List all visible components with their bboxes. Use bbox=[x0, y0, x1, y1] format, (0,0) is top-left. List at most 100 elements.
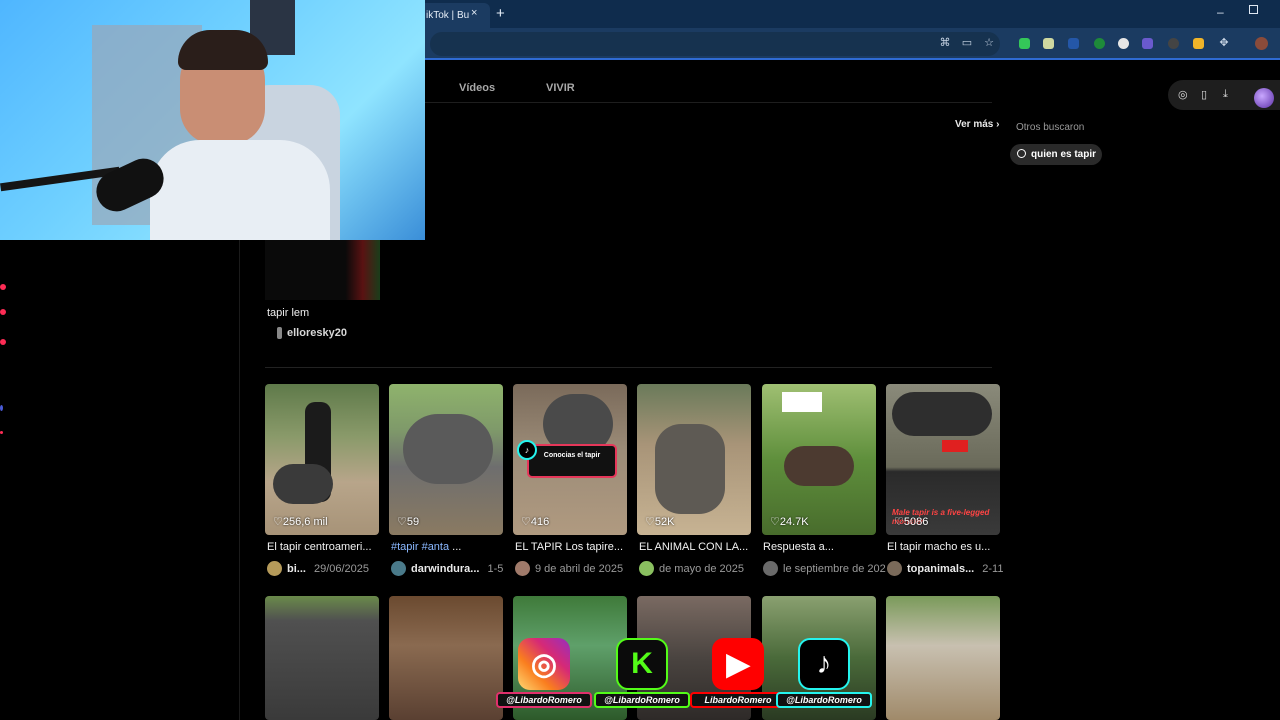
like-count: 256,6 mil bbox=[273, 515, 328, 528]
video-card[interactable]: Male tapir is a five-legged monster 5086 bbox=[886, 384, 1000, 535]
video-card[interactable]: ♪ Conocias el tapir 416 bbox=[513, 384, 627, 535]
extension-icon[interactable] bbox=[1118, 38, 1129, 49]
video-title[interactable]: Respuesta a... bbox=[763, 541, 877, 553]
video-title[interactable]: #tapir #anta ... bbox=[391, 541, 505, 553]
extension-icon[interactable] bbox=[1094, 38, 1105, 49]
tapir-figure bbox=[655, 424, 725, 514]
like-count: 59 bbox=[397, 515, 419, 528]
translate-icon[interactable]: ⌘ bbox=[939, 37, 951, 49]
user-avatar[interactable] bbox=[267, 561, 282, 576]
tapir-figure bbox=[784, 446, 854, 486]
video-title[interactable]: EL ANIMAL CON LA... bbox=[639, 541, 753, 553]
tiktok-icon: ♪ bbox=[798, 638, 850, 690]
extension-icon[interactable] bbox=[1068, 38, 1079, 49]
extension-icon[interactable] bbox=[1168, 38, 1179, 49]
video-title-rest: ... bbox=[449, 541, 462, 553]
tapir-figure bbox=[403, 414, 493, 484]
video-title[interactable]: El tapir centroameri... bbox=[267, 541, 381, 553]
cast-icon[interactable]: ▭ bbox=[961, 37, 973, 49]
video-username[interactable]: topanimals... bbox=[907, 563, 974, 575]
minimize-button[interactable]: – bbox=[1217, 5, 1224, 19]
video-meta: de mayo de 2025 bbox=[639, 561, 763, 576]
video-card[interactable] bbox=[389, 596, 503, 720]
user-avatar[interactable] bbox=[391, 561, 406, 576]
extension-icon[interactable] bbox=[1043, 38, 1054, 49]
video-card[interactable]: 52K bbox=[637, 384, 751, 535]
tab-videos[interactable]: Vídeos bbox=[459, 82, 495, 94]
maximize-button[interactable] bbox=[1249, 5, 1258, 14]
tab-live[interactable]: VIVIR bbox=[546, 82, 575, 94]
video-date: 9 de abril de 2025 bbox=[535, 563, 624, 575]
video-username[interactable]: bi... bbox=[287, 563, 306, 575]
like-count: 416 bbox=[521, 515, 549, 528]
sidebar-badge bbox=[0, 431, 3, 434]
extension-shield-icon[interactable] bbox=[1019, 38, 1030, 49]
video-meta: bi... 29/06/2025 bbox=[267, 561, 391, 576]
hashtag-link[interactable]: #tapir #anta bbox=[391, 541, 449, 553]
sidebar-badge bbox=[0, 405, 3, 411]
bookmark-star-icon[interactable]: ☆ bbox=[983, 37, 995, 49]
section-divider bbox=[265, 367, 992, 368]
sidebar-badge bbox=[0, 309, 6, 315]
suggestion-chip-label: quien es tapir bbox=[1031, 149, 1097, 160]
user-avatar[interactable] bbox=[639, 561, 654, 576]
tab-close-icon[interactable]: × bbox=[471, 7, 477, 19]
video-username[interactable]: elloresky20 bbox=[287, 327, 347, 339]
new-tab-button[interactable]: + bbox=[496, 5, 505, 22]
video-card[interactable]: 256,6 mil bbox=[265, 384, 379, 535]
instagram-icon: ◎ bbox=[518, 638, 570, 690]
social-badge: ♪ @LibardoRomero bbox=[776, 634, 872, 718]
video-title[interactable]: tapir lem bbox=[267, 307, 309, 319]
phone-icon[interactable]: ▯ bbox=[1201, 88, 1207, 101]
profile-avatar[interactable] bbox=[1255, 37, 1268, 50]
person-shirt bbox=[150, 140, 330, 240]
floating-tools-pill: ◎ ▯ ⤓ bbox=[1168, 80, 1280, 110]
video-meta: le septiembre de 202 bbox=[763, 561, 887, 576]
browser-tab[interactable]: ikTok | Bu bbox=[420, 3, 490, 28]
see-more-link[interactable]: Ver más › bbox=[955, 119, 999, 130]
video-date: de mayo de 2025 bbox=[659, 563, 745, 575]
like-count: 52K bbox=[645, 515, 675, 528]
suggestion-chip[interactable]: quien es tapir bbox=[1010, 144, 1102, 165]
tapir-figure bbox=[273, 464, 333, 504]
video-thumbnail[interactable] bbox=[265, 240, 380, 300]
video-overlay-caption: ♪ Conocias el tapir bbox=[517, 440, 617, 478]
comment-reply-box bbox=[782, 392, 822, 412]
screen: { "browser": { "tab_title": "ikTok | Bu"… bbox=[0, 0, 1280, 720]
video-card[interactable] bbox=[265, 596, 379, 720]
user-avatar bbox=[277, 327, 282, 339]
video-date: 2-11 bbox=[982, 563, 1004, 575]
user-avatar[interactable] bbox=[515, 561, 530, 576]
red-arrow-icon bbox=[942, 440, 968, 452]
user-avatar[interactable] bbox=[763, 561, 778, 576]
social-badge: ▶ LibardoRomero bbox=[690, 634, 786, 718]
extensions-puzzle-icon[interactable]: ✥ bbox=[1218, 37, 1230, 49]
download-icon[interactable]: ⤓ bbox=[1223, 88, 1228, 101]
social-handle: @LibardoRomero bbox=[496, 692, 592, 708]
video-meta: topanimals... 2-11 bbox=[887, 561, 1011, 576]
video-title[interactable]: El tapir macho es u... bbox=[887, 541, 1001, 553]
social-handle: LibardoRomero bbox=[690, 692, 786, 708]
video-card[interactable] bbox=[886, 596, 1000, 720]
video-date: 1-5 bbox=[487, 563, 504, 575]
video-username[interactable]: darwindura... bbox=[411, 563, 479, 575]
extension-icon[interactable] bbox=[1142, 38, 1153, 49]
user-avatar[interactable] bbox=[887, 561, 902, 576]
video-meta: 9 de abril de 2025 bbox=[515, 561, 639, 576]
video-card[interactable]: 24.7K bbox=[762, 384, 876, 535]
video-meta: darwindura... 1-5 bbox=[391, 561, 515, 576]
video-date: le septiembre de 202 bbox=[783, 563, 886, 575]
social-handle: @LibardoRomero bbox=[594, 692, 690, 708]
video-title[interactable]: EL TAPIR Los tapire... bbox=[515, 541, 629, 553]
address-bar[interactable] bbox=[430, 32, 1000, 56]
avatar[interactable] bbox=[1254, 88, 1274, 108]
youtube-icon: ▶ bbox=[712, 638, 764, 690]
social-badge: ◎ @LibardoRomero bbox=[496, 634, 592, 718]
overlay-text: Conocias el tapir bbox=[543, 452, 601, 459]
person-hair bbox=[178, 30, 268, 70]
search-icon bbox=[1017, 149, 1026, 158]
extension-icon[interactable] bbox=[1193, 38, 1204, 49]
compass-icon[interactable]: ◎ bbox=[1178, 88, 1188, 101]
sidebar-badge bbox=[0, 284, 6, 290]
video-card[interactable]: 59 bbox=[389, 384, 503, 535]
